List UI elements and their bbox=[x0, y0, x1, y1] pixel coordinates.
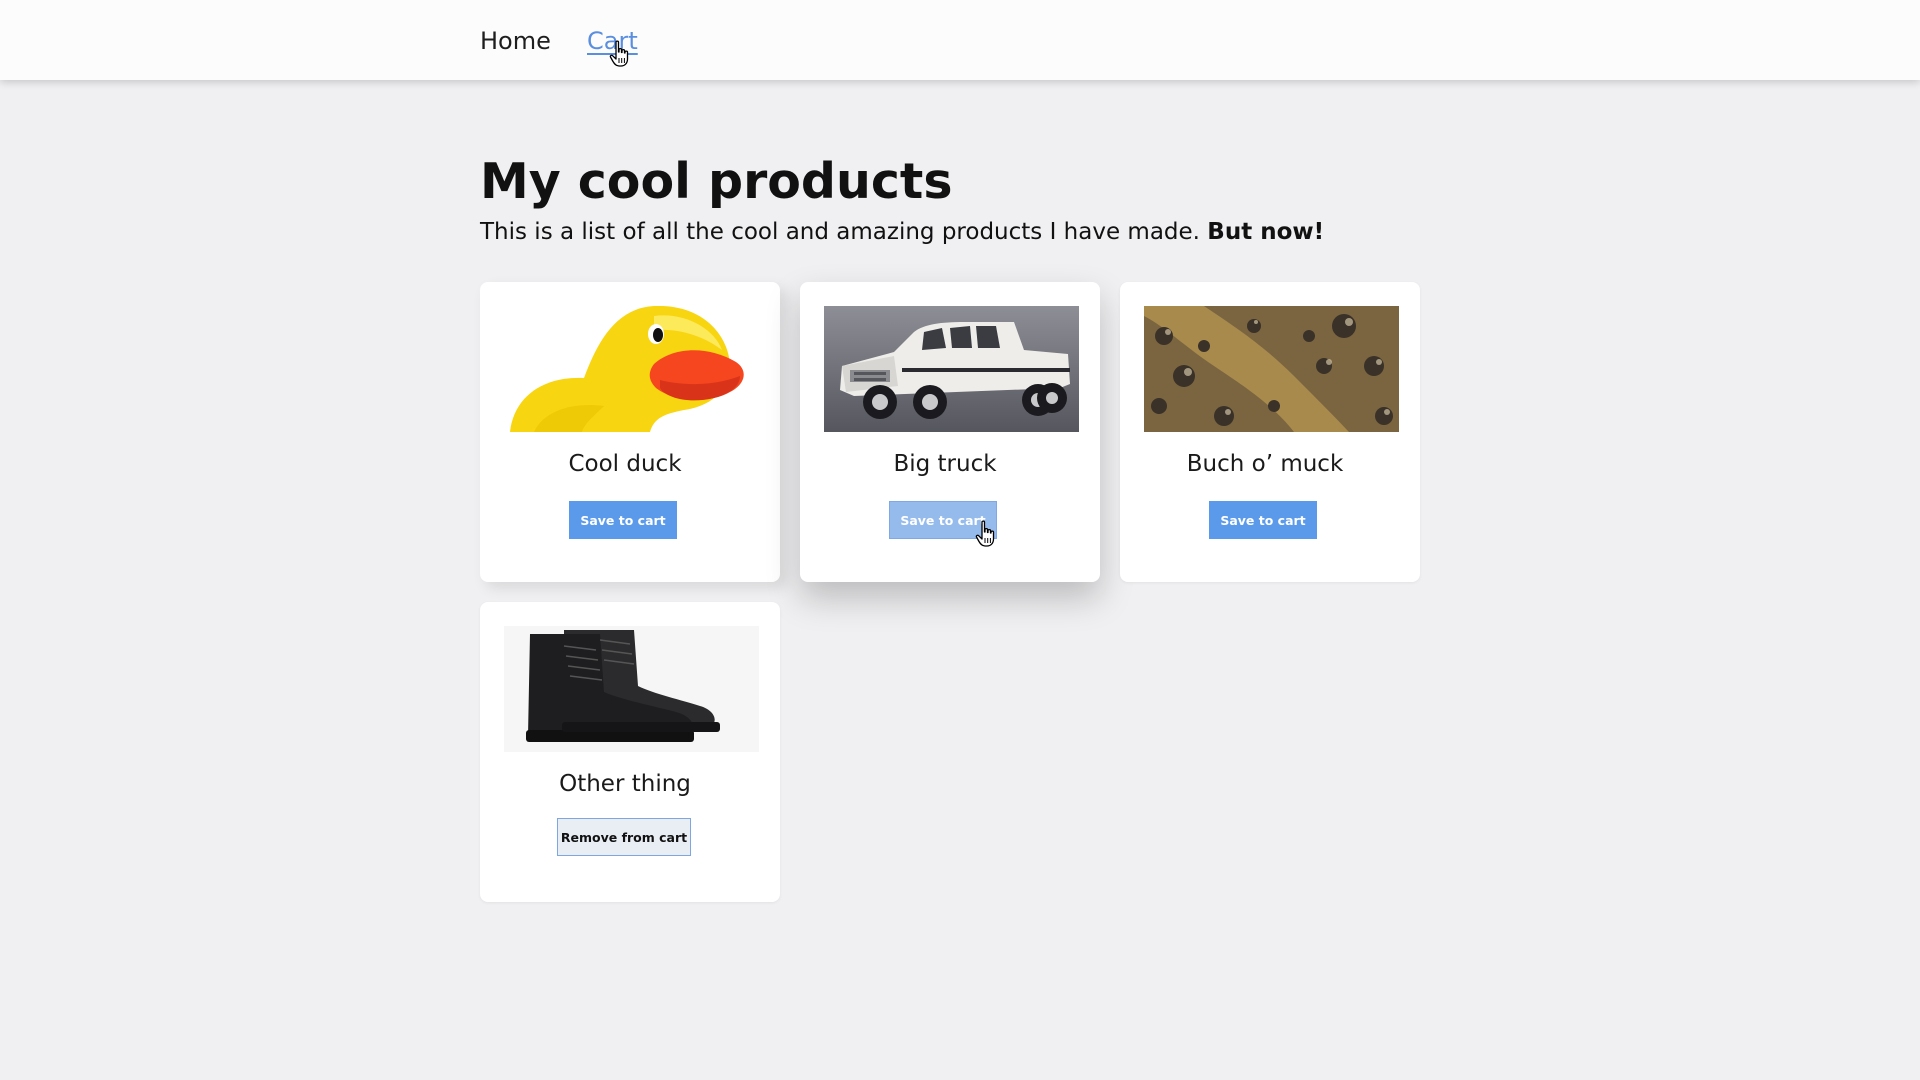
product-name: Cool duck bbox=[568, 451, 682, 477]
product-name: Big truck bbox=[893, 451, 997, 477]
subtitle-emphasis: But now! bbox=[1207, 219, 1325, 245]
top-navbar: Home Cart bbox=[0, 0, 1920, 80]
product-name: Other thing bbox=[559, 771, 691, 797]
pickup-truck-image bbox=[824, 306, 1079, 432]
save-to-cart-button[interactable]: Save to cart bbox=[569, 501, 677, 539]
mud-image bbox=[1144, 306, 1399, 432]
save-to-cart-button[interactable]: Save to cart bbox=[889, 501, 997, 539]
subtitle-text: This is a list of all the cool and amazi… bbox=[480, 219, 1208, 245]
product-name: Buch o’ muck bbox=[1186, 451, 1344, 477]
nav-cart-link[interactable]: Cart bbox=[587, 25, 638, 57]
nav-home-link[interactable]: Home bbox=[480, 25, 551, 57]
product-card-other-thing: Other thing Remove from cart bbox=[480, 602, 780, 902]
product-card-buch-o-muck: Buch o’ muck Save to cart bbox=[1120, 282, 1420, 582]
boots-image bbox=[504, 626, 759, 752]
page-subtitle: This is a list of all the cool and amazi… bbox=[480, 216, 1324, 248]
remove-from-cart-button[interactable]: Remove from cart bbox=[557, 818, 691, 856]
rubber-duck-image bbox=[504, 306, 759, 432]
product-card-cool-duck: Cool duck Save to cart bbox=[480, 282, 780, 582]
product-card-big-truck: Big truck Save to cart bbox=[800, 282, 1100, 582]
page-title: My cool products bbox=[480, 153, 953, 210]
save-to-cart-button[interactable]: Save to cart bbox=[1209, 501, 1317, 539]
